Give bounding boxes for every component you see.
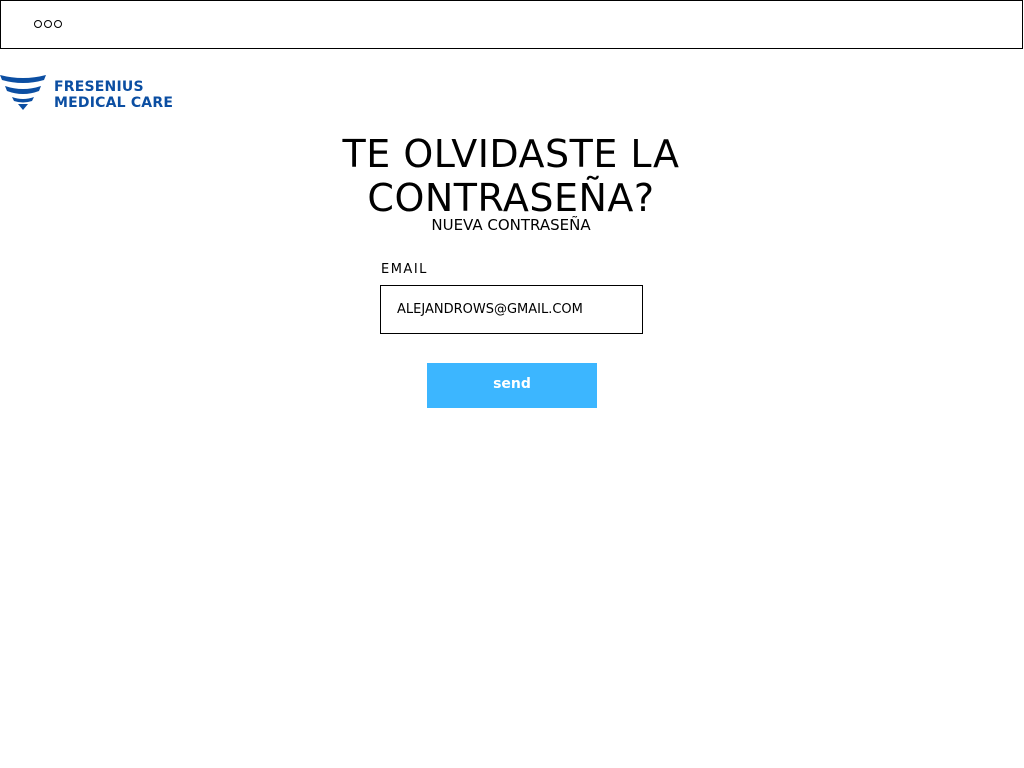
dot-2 bbox=[44, 20, 52, 28]
page-subtitle: NUEVA CONTRASEÑA bbox=[431, 216, 591, 234]
brand-logo[interactable]: FRESENIUS MEDICAL CARE bbox=[0, 73, 173, 111]
brand-line-1: FRESENIUS bbox=[54, 79, 144, 95]
email-field[interactable] bbox=[380, 285, 643, 334]
brand-wordmark: FRESENIUS MEDICAL CARE bbox=[54, 79, 173, 111]
page-title-line-1: TE OLVIDASTE LA bbox=[342, 132, 680, 177]
three-dots-icon[interactable] bbox=[34, 20, 62, 28]
dot-3 bbox=[54, 20, 62, 28]
top-navigation-bar bbox=[0, 0, 1023, 49]
page-title-line-2: CONTRASEÑA? bbox=[367, 176, 655, 221]
page-title: TE OLVIDASTE LA CONTRASEÑA? bbox=[0, 132, 1022, 220]
send-button[interactable]: send bbox=[427, 363, 597, 408]
dot-1 bbox=[34, 20, 42, 28]
email-label: EMAIL bbox=[381, 262, 428, 277]
brand-line-2: MEDICAL CARE bbox=[54, 95, 174, 111]
fresenius-emblem-icon bbox=[0, 75, 46, 110]
